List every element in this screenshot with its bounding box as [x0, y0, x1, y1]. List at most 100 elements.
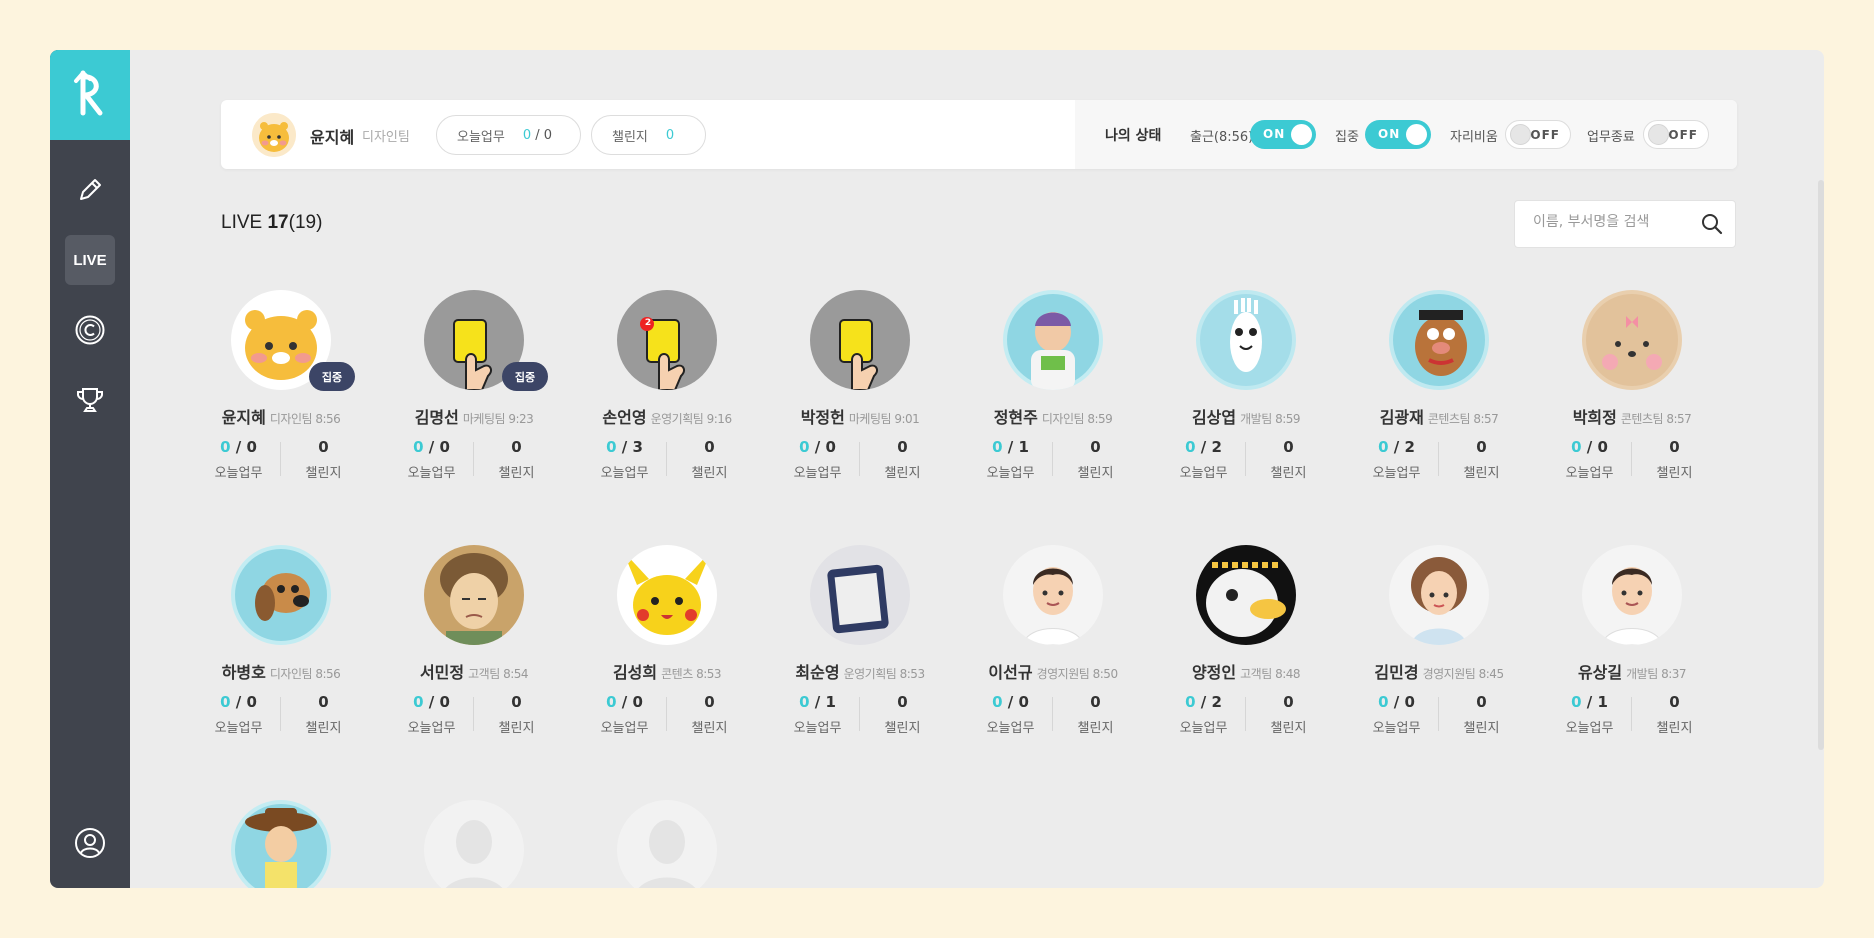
member-avatar[interactable]	[1582, 290, 1682, 390]
search-input[interactable]	[1533, 214, 1693, 230]
scrollbar[interactable]	[1818, 180, 1824, 750]
member-card[interactable]: 이선규 경영지원팀 8:50 0 / 0 0 오늘업무 챌린지	[968, 545, 1138, 765]
toggle-away[interactable]: OFF	[1505, 120, 1571, 149]
member-avatar[interactable]	[617, 545, 717, 645]
member-card[interactable]: 김광재 콘텐츠팀 8:57 0 / 2 0 오늘업무 챌린지	[1354, 290, 1524, 510]
man-illustration-icon	[1003, 545, 1103, 645]
woman-illustration-icon	[1389, 545, 1489, 645]
member-search[interactable]	[1514, 200, 1736, 248]
member-card[interactable]	[196, 800, 366, 888]
nav-live[interactable]: LIVE	[65, 235, 115, 285]
member-tasks-label: 오늘업무	[1372, 721, 1421, 736]
toggle-end-work[interactable]: OFF	[1643, 120, 1709, 149]
toggle-label-checkin: 출근(8:56)	[1190, 130, 1254, 145]
nav-edit[interactable]	[65, 165, 115, 215]
member-tasks-label: 오늘업무	[407, 466, 456, 481]
member-avatar[interactable]	[1389, 545, 1489, 645]
member-card[interactable]: 2 손언영 운영기획팀 9:16 0 / 3 0 오늘업무 챌린지	[582, 290, 752, 510]
member-avatar[interactable]	[231, 800, 331, 888]
member-name: 이선규	[988, 663, 1033, 682]
member-card[interactable]: 서민정 고객팀 8:54 0 / 0 0 오늘업무 챌린지	[389, 545, 559, 765]
member-name-row: 박정헌 마케팅팀 9:01	[775, 404, 945, 428]
member-tasks-count: 0 / 0	[413, 438, 450, 456]
member-team: 마케팅팀 9:23	[462, 412, 534, 426]
member-challenge-count: 0	[1669, 438, 1680, 456]
copyright-icon	[75, 315, 105, 345]
member-card[interactable]: 최순영 운영기획팀 8:53 0 / 1 0 오늘업무 챌린지	[775, 545, 945, 765]
nav-profile[interactable]	[65, 818, 115, 868]
member-avatar[interactable]	[1003, 545, 1103, 645]
member-challenge-count: 0	[511, 693, 522, 711]
trophy-icon	[77, 388, 103, 412]
member-avatar[interactable]	[617, 800, 717, 888]
member-card[interactable]: 정현주 디자인팀 8:59 0 / 1 0 오늘업무 챌린지	[968, 290, 1138, 510]
today-tasks-pill[interactable]: 오늘업무 0 / 0	[436, 115, 581, 155]
member-team: 디자인팀 8:56	[269, 667, 341, 681]
member-team: 고객팀 8:54	[468, 667, 529, 681]
toggle-checkin[interactable]: ON	[1250, 120, 1316, 149]
member-avatar[interactable]	[1003, 290, 1103, 390]
member-card[interactable]	[389, 800, 559, 888]
member-tasks-count: 0 / 2	[1185, 438, 1222, 456]
app-window: LIVE 윤지혜 디자인팀 오늘업무 0 / 0 챌린지 0 나의 상태 출근(…	[50, 50, 1824, 888]
member-challenge-label: 챌린지	[1463, 721, 1500, 736]
member-card[interactable]: 집중 윤지혜 디자인팀 8:56 0 / 0 0 오늘업무 챌린지	[196, 290, 366, 510]
member-tasks-count: 0 / 1	[799, 693, 836, 711]
member-challenge-label: 챌린지	[1077, 466, 1114, 481]
member-team: 운영기획팀 9:16	[650, 412, 732, 426]
member-challenge-count: 0	[704, 438, 715, 456]
member-tasks-count: 0 / 3	[606, 438, 643, 456]
member-card[interactable]: 김성희 콘텐츠 8:53 0 / 0 0 오늘업무 챌린지	[582, 545, 752, 765]
member-tasks-count: 0 / 2	[1185, 693, 1222, 711]
member-card[interactable]: 김민경 경영지원팀 8:45 0 / 0 0 오늘업무 챌린지	[1354, 545, 1524, 765]
member-card[interactable]: 박희정 콘텐츠팀 8:57 0 / 0 0 오늘업무 챌린지	[1547, 290, 1717, 510]
member-avatar[interactable]	[1389, 290, 1489, 390]
member-card[interactable]: 박정헌 마케팅팀 9:01 0 / 0 0 오늘업무 챌린지	[775, 290, 945, 510]
member-tasks-count: 0 / 0	[220, 693, 257, 711]
member-challenge-label: 챌린지	[1270, 721, 1307, 736]
member-name: 서민정	[419, 663, 465, 682]
my-avatar[interactable]	[252, 113, 296, 157]
nav-copyright[interactable]	[65, 305, 115, 355]
search-icon[interactable]	[1701, 213, 1723, 235]
member-challenge-label: 챌린지	[498, 466, 535, 481]
yellow-card-icon	[810, 290, 910, 390]
member-card[interactable]: 김상엽 개발팀 8:59 0 / 2 0 오늘업무 챌린지	[1161, 290, 1331, 510]
member-card[interactable]: 유상길 개발팀 8:37 0 / 1 0 오늘업무 챌린지	[1547, 545, 1717, 765]
logo-icon	[74, 70, 103, 116]
member-name: 손언영	[602, 408, 647, 427]
member-avatar[interactable]	[231, 545, 331, 645]
logo[interactable]	[50, 50, 130, 140]
member-team: 콘텐츠 8:53	[661, 667, 722, 681]
member-challenge-count: 0	[318, 693, 329, 711]
member-name: 윤지혜	[221, 408, 266, 427]
member-challenge-count: 0	[897, 693, 908, 711]
my-name: 윤지혜	[310, 128, 355, 147]
member-card[interactable]: 집중 김명선 마케팅팀 9:23 0 / 0 0 오늘업무 챌린지	[389, 290, 559, 510]
fork-toy-icon	[1196, 290, 1296, 390]
member-avatar[interactable]	[424, 800, 524, 888]
nav-trophy[interactable]	[65, 375, 115, 425]
member-name-row: 서민정 고객팀 8:54	[389, 659, 559, 683]
member-card[interactable]	[582, 800, 752, 888]
member-name: 박희정	[1572, 408, 1617, 427]
member-tasks-label: 오늘업무	[793, 721, 842, 736]
member-tasks-count: 0 / 0	[992, 693, 1029, 711]
member-avatar[interactable]	[1196, 545, 1296, 645]
member-avatar[interactable]	[810, 290, 910, 390]
member-challenge-label: 챌린지	[884, 721, 921, 736]
member-avatar[interactable]	[810, 545, 910, 645]
member-name-row: 박희정 콘텐츠팀 8:57	[1547, 404, 1717, 428]
member-avatar[interactable]	[617, 290, 717, 390]
member-card[interactable]: 하병호 디자인팀 8:56 0 / 0 0 오늘업무 챌린지	[196, 545, 366, 765]
member-card[interactable]: 양정인 고객팀 8:48 0 / 2 0 오늘업무 챌린지	[1161, 545, 1331, 765]
challenge-pill[interactable]: 챌린지 0	[591, 115, 706, 155]
member-avatar[interactable]	[1582, 545, 1682, 645]
member-challenge-label: 챌린지	[305, 466, 342, 481]
member-avatar[interactable]	[1196, 290, 1296, 390]
toggle-focus[interactable]: ON	[1365, 120, 1431, 149]
member-team: 고객팀 8:48	[1240, 667, 1301, 681]
member-name: 최순영	[795, 663, 840, 682]
member-avatar[interactable]	[424, 545, 524, 645]
my-status-title: 나의 상태	[1105, 128, 1162, 144]
